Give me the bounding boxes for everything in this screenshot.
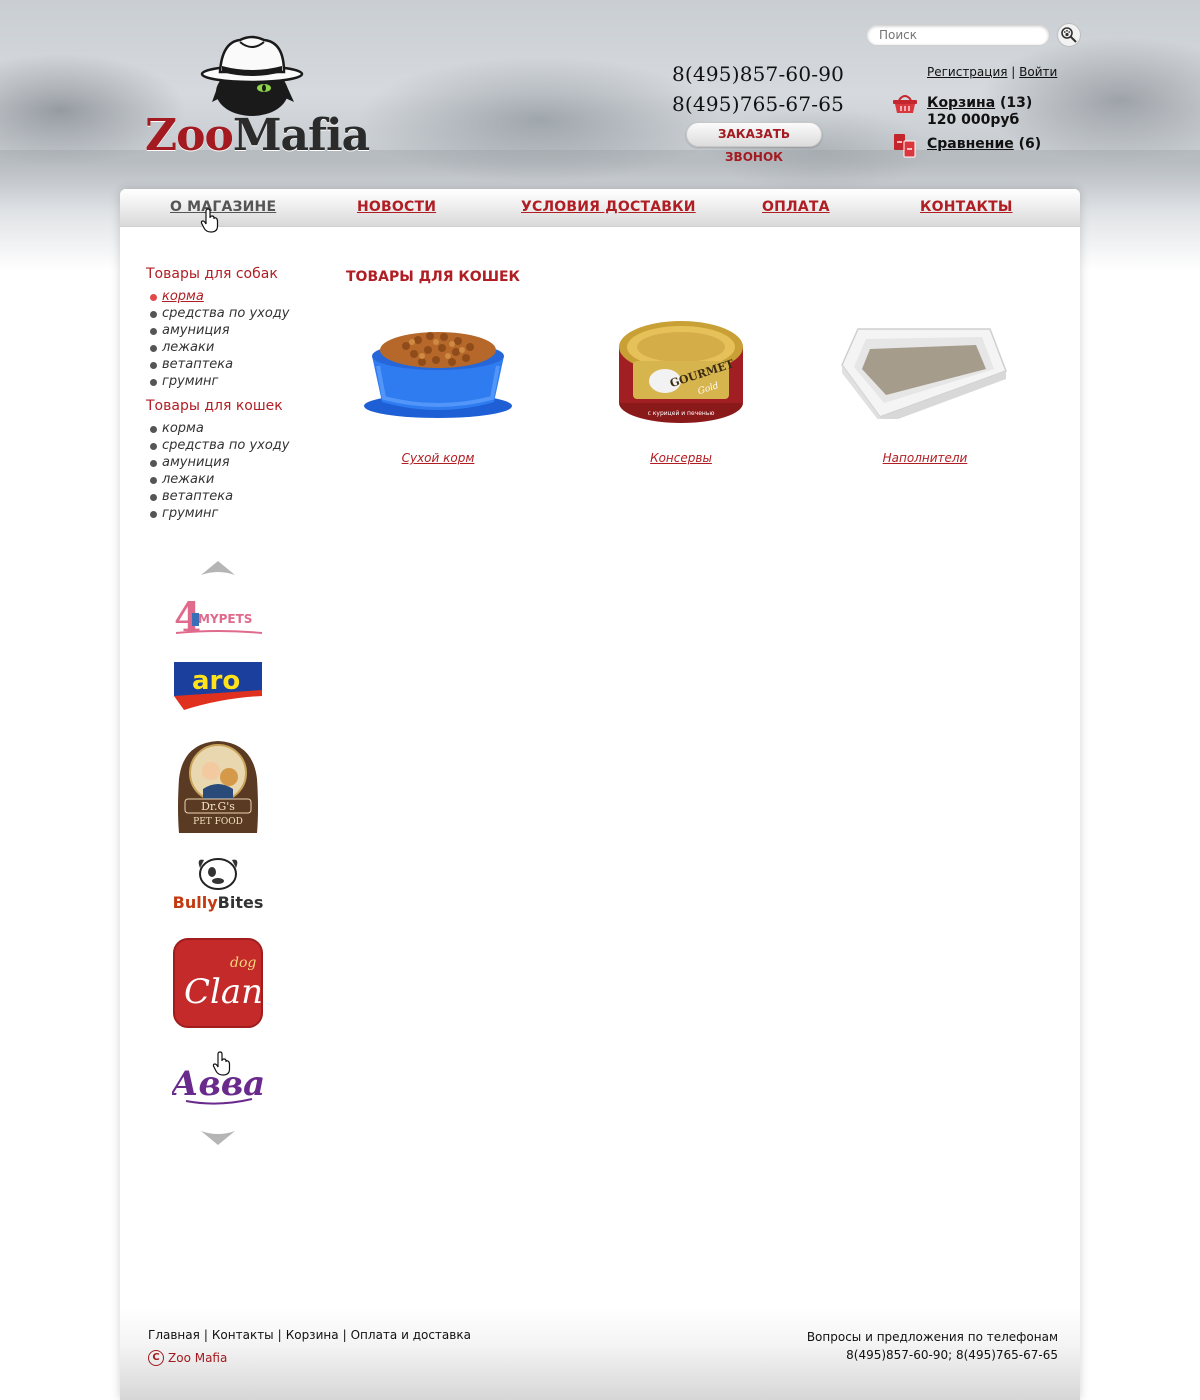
product-label-dry-food[interactable]: Сухой корм — [343, 451, 533, 465]
logo-text: ZooMafia — [145, 110, 370, 161]
product-image-litter[interactable] — [830, 309, 1020, 429]
cats-cat-food[interactable]: корма — [150, 420, 289, 437]
callback-button[interactable]: ЗАКАЗАТЬ ЗВОНОК — [686, 122, 822, 164]
svg-text:MYPETS: MYPETS — [198, 612, 252, 626]
brand-avva[interactable]: Авва — [170, 1055, 266, 1111]
main-container: О МАГАЗИНЕ НОВОСТИ УСЛОВИЯ ДОСТАВКИ ОПЛА… — [120, 189, 1080, 1400]
svg-text:BullyBites: BullyBites — [173, 893, 264, 912]
brand-aro[interactable]: aro — [170, 659, 266, 713]
cart-link[interactable]: Корзина — [927, 95, 995, 111]
nav-about[interactable]: О МАГАЗИНЕ — [170, 199, 276, 215]
cats-cat-beds[interactable]: лежаки — [150, 471, 289, 488]
nav-payment[interactable]: ОПЛАТА — [762, 199, 830, 215]
brand-dog-clan-logo: dog Clan — [173, 938, 263, 1028]
brand-bully-bites-logo: BullyBites — [173, 858, 264, 912]
dogs-cat-pharmacy[interactable]: ветаптека — [150, 356, 289, 373]
main-nav: О МАГАЗИНЕ НОВОСТИ УСЛОВИЯ ДОСТАВКИ ОПЛА… — [120, 189, 1080, 227]
footer-contact-text: Вопросы и предложения по телефонам — [806, 1330, 1058, 1344]
nav-delivery[interactable]: УСЛОВИЯ ДОСТАВКИ — [521, 199, 696, 215]
footer-contact-phones: 8(495)857-60-90; 8(495)765-67-65 — [846, 1348, 1058, 1362]
brand-drgs[interactable]: Dr.G's PET FOOD — [170, 739, 266, 835]
cats-cat-grooming[interactable]: груминг — [150, 505, 289, 522]
brand-drgs-logo: Dr.G's PET FOOD — [178, 741, 258, 833]
dogs-cat-ammo[interactable]: амуниция — [150, 322, 289, 339]
cats-cat-care[interactable]: средства по уходу — [150, 437, 289, 454]
footer-link-cart[interactable]: Корзина — [286, 1328, 339, 1342]
gourmet-can-image: GOURMET Gold с курицей и печенью — [619, 321, 743, 423]
dogs-cat-care[interactable]: средства по уходу — [150, 305, 289, 322]
carousel-up-arrow-icon[interactable] — [201, 559, 235, 575]
brand-4mypets[interactable]: 4 MYPETS — [170, 595, 266, 639]
brand-4mypets-logo: 4 MYPETS — [174, 595, 263, 639]
svg-text:Clan: Clan — [184, 972, 263, 1012]
register-link[interactable]: Регистрация — [927, 65, 1007, 79]
search-button[interactable] — [1057, 23, 1081, 47]
compare-count: (6) — [1018, 136, 1042, 152]
nav-contacts[interactable]: КОНТАКТЫ — [920, 199, 1013, 215]
auth-links: Регистрация | Войти — [927, 65, 1057, 79]
dry-food-bowl-image — [364, 332, 512, 418]
dogs-cat-beds[interactable]: лежаки — [150, 339, 289, 356]
svg-text:dog: dog — [230, 955, 256, 971]
cats-cat-ammo[interactable]: амуниция — [150, 454, 289, 471]
cart-summary: Корзина (13) 120 000руб — [927, 95, 1032, 129]
product-card-cans[interactable]: GOURMET Gold с курицей и печенью Консерв… — [586, 309, 776, 465]
svg-text:Авва: Авва — [172, 1064, 264, 1104]
compare-summary: Сравнение (6) — [927, 136, 1041, 152]
footer-link-contacts[interactable]: Контакты — [212, 1328, 274, 1342]
search-input[interactable] — [866, 24, 1050, 46]
cats-category-list: корма средства по уходу амуниция лежаки … — [150, 420, 289, 522]
brand-avva-logo: Авва — [172, 1064, 264, 1105]
brand-aro-logo: aro — [174, 662, 262, 710]
logo[interactable]: ZooMafia — [145, 30, 370, 161]
paw-search-icon — [1061, 27, 1077, 43]
cats-category-title: Товары для кошек — [146, 398, 283, 414]
product-label-cans[interactable]: Консервы — [586, 451, 776, 465]
dogs-category-title: Товары для собак — [146, 266, 278, 282]
footer-copyright: C Zoo Mafia — [148, 1350, 227, 1366]
cats-cat-pharmacy[interactable]: ветаптека — [150, 488, 289, 505]
product-card-litter[interactable]: Наполнители — [830, 309, 1020, 465]
footer-contact: Вопросы и предложения по телефонам 8(495… — [807, 1328, 1058, 1364]
section-title: ТОВАРЫ ДЛЯ КОШЕК — [346, 269, 520, 285]
phone-number-1: 8(495)857-60-90 — [672, 62, 845, 86]
dogs-category-list: корма средства по уходу амуниция лежаки … — [150, 288, 289, 390]
footer-links: Главная | Контакты | Корзина | Оплата и достав… — [148, 1328, 471, 1342]
brand-dog-clan[interactable]: dog Clan — [170, 937, 266, 1029]
compare-icon[interactable] — [893, 133, 917, 159]
dogs-cat-food[interactable]: корма — [150, 288, 289, 305]
product-image-cans[interactable]: GOURMET Gold с курицей и печенью — [586, 309, 776, 429]
product-label-litter[interactable]: Наполнители — [830, 451, 1020, 465]
svg-text:PET FOOD: PET FOOD — [193, 817, 243, 827]
footer-link-payment[interactable]: Оплата и доставка — [351, 1328, 471, 1342]
svg-text:Dr.G's: Dr.G's — [201, 800, 235, 813]
dogs-cat-grooming[interactable]: груминг — [150, 373, 289, 390]
compare-link[interactable]: Сравнение — [927, 136, 1014, 152]
nav-news[interactable]: НОВОСТИ — [357, 199, 436, 215]
mafia-cat-icon — [200, 35, 304, 116]
cart-total: 120 000руб — [927, 112, 1020, 128]
auth-separator: | — [1011, 65, 1016, 79]
brand-bully-bites[interactable]: BullyBites — [170, 853, 266, 913]
basket-icon[interactable] — [892, 93, 918, 115]
product-image-dry-food[interactable] — [343, 309, 533, 429]
footer: Главная | Контакты | Корзина | Оплата и достав… — [120, 1308, 1080, 1400]
login-link[interactable]: Войти — [1019, 65, 1057, 79]
can-flavor-text: с курицей и печенью — [648, 410, 715, 417]
product-card-dry-food[interactable]: Сухой корм — [343, 309, 533, 465]
phone-number-2: 8(495)765-67-65 — [672, 92, 845, 116]
footer-link-home[interactable]: Главная — [148, 1328, 200, 1342]
svg-text:aro: aro — [192, 666, 240, 696]
litter-tray-image — [841, 328, 1007, 419]
cart-count: (13) — [1000, 95, 1033, 111]
carousel-down-arrow-icon[interactable] — [201, 1131, 235, 1147]
copyright-icon: C — [148, 1350, 164, 1366]
